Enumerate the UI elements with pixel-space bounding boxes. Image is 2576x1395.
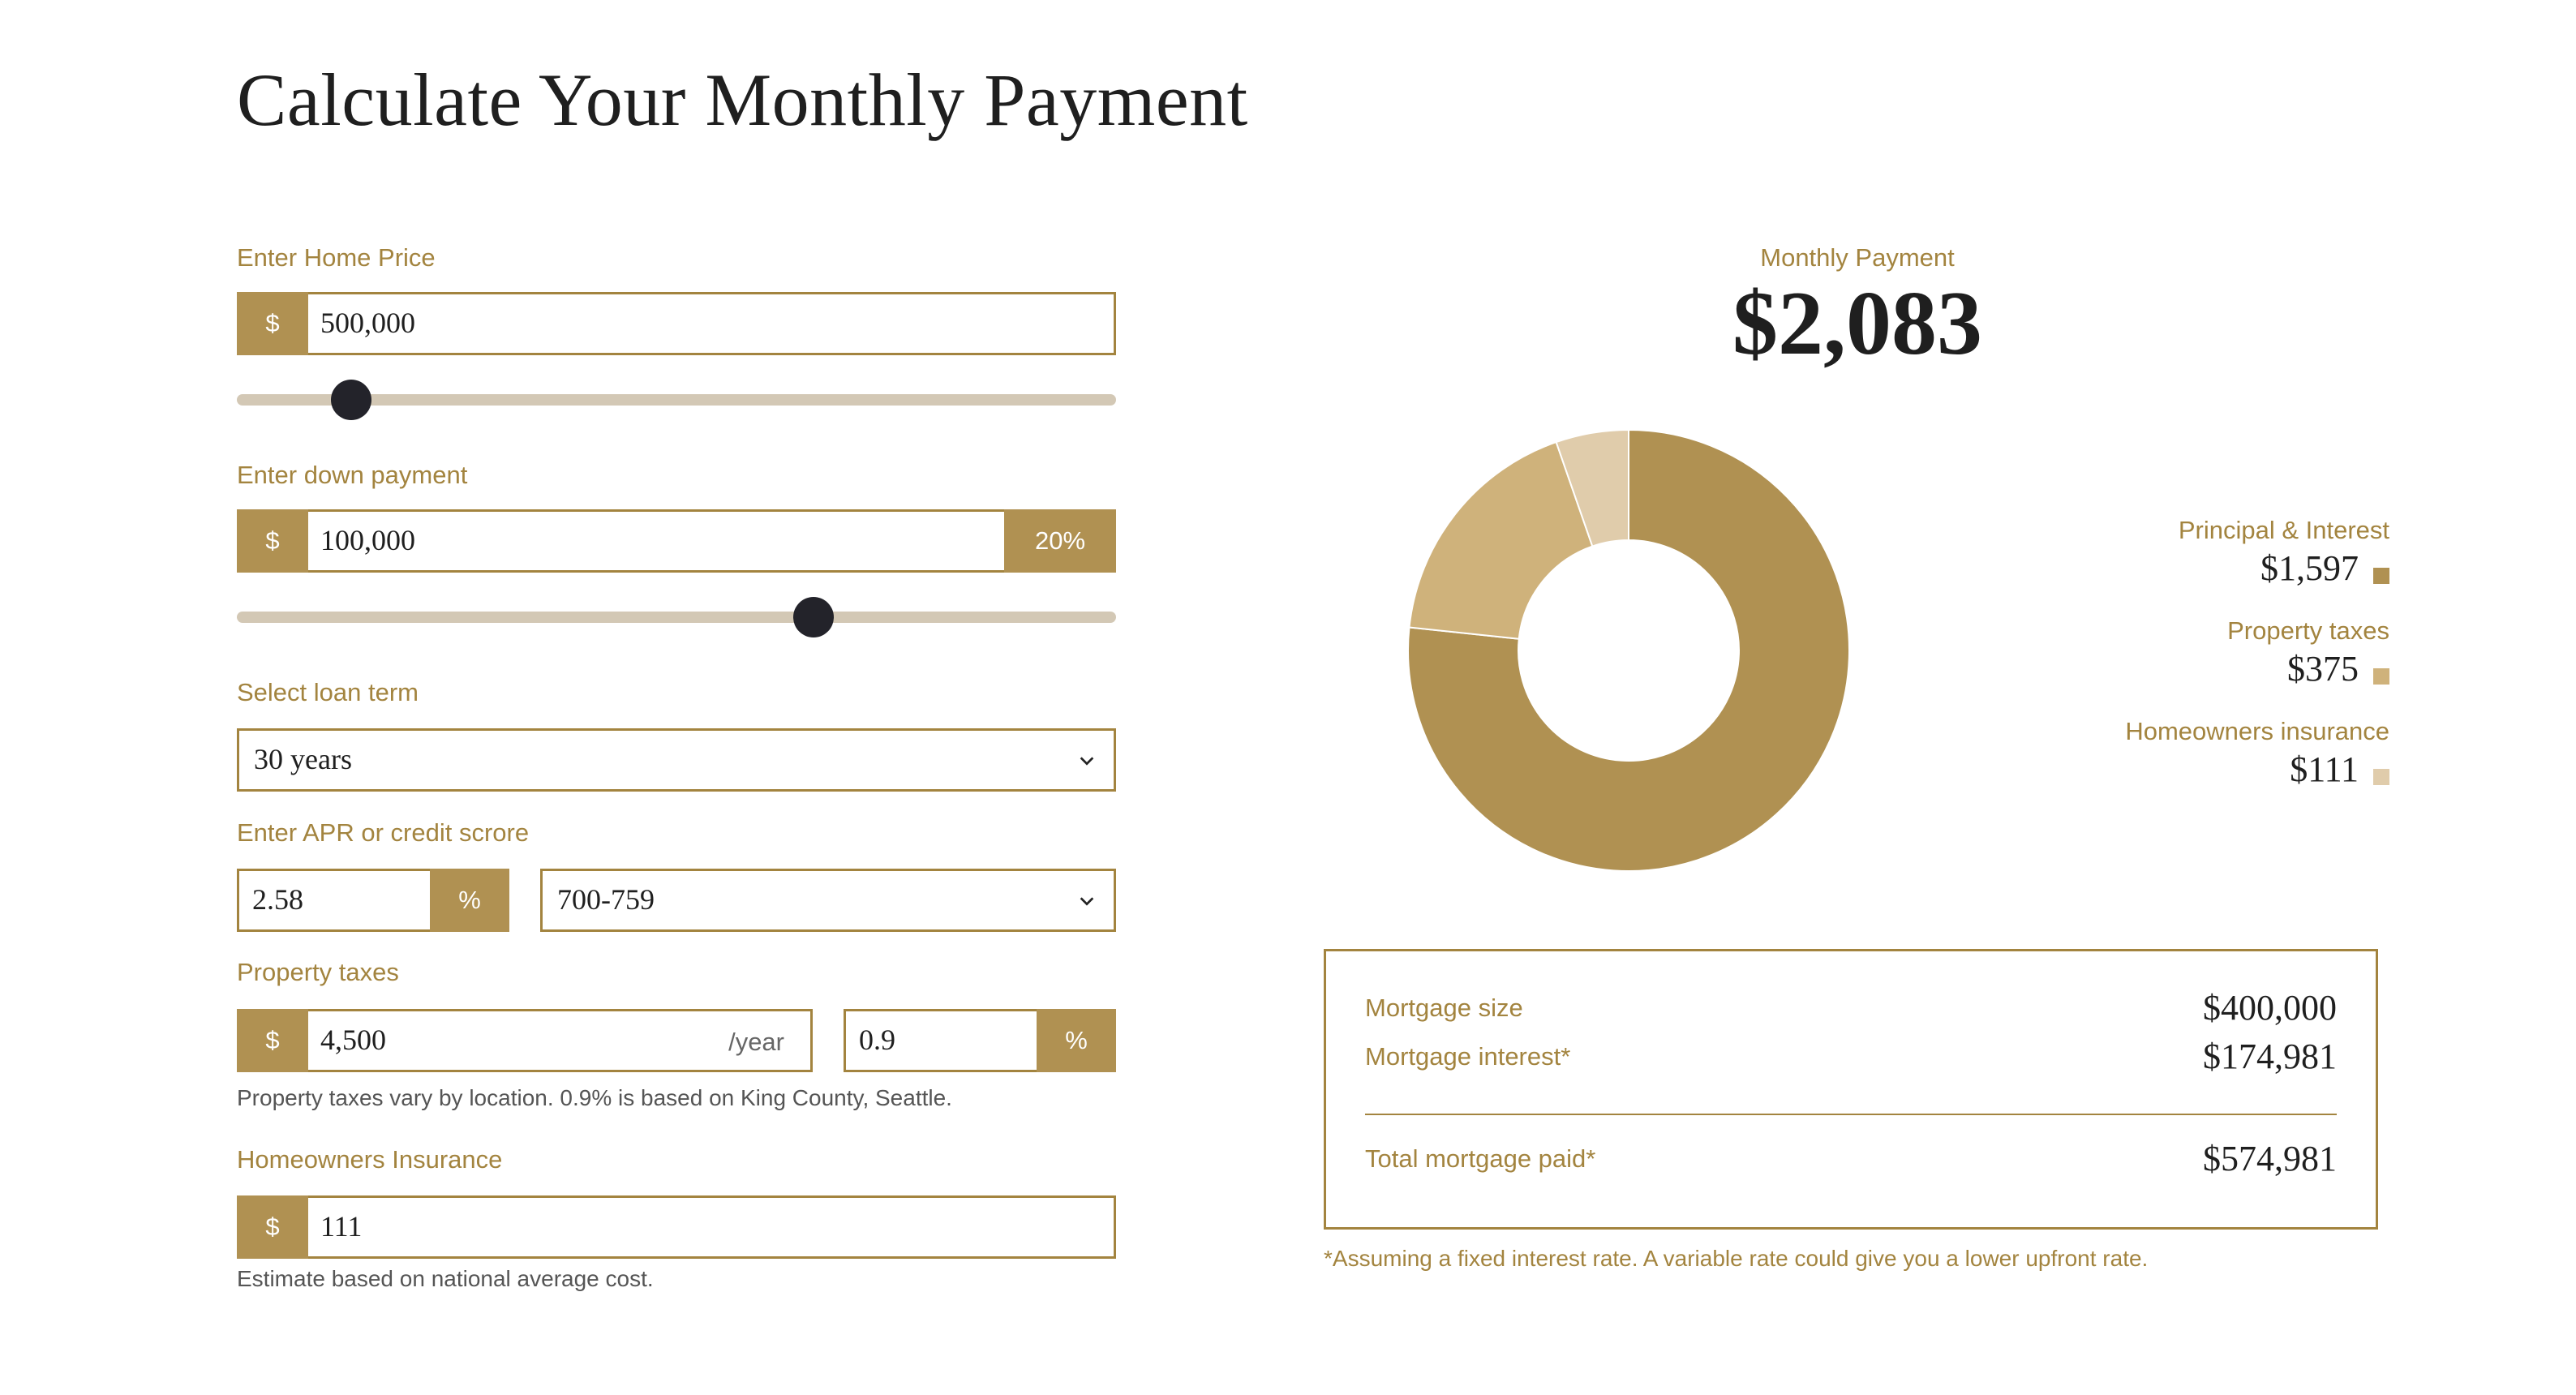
loan-term-selected: 30 years: [254, 743, 352, 775]
currency-prefix: $: [237, 509, 308, 573]
mortgage-size-value: $400,000: [2203, 988, 2337, 1028]
legend-swatch-insurance: [2373, 769, 2389, 785]
property-tax-rate-input[interactable]: 0.9 %: [844, 1009, 1116, 1072]
insurance-note: Estimate based on national average cost.: [237, 1266, 654, 1291]
mortgage-summary-box: Mortgage size $400,000 Mortgage interest…: [1324, 949, 2378, 1230]
mortgage-interest-value: $174,981: [2203, 1037, 2337, 1076]
legend-swatch-taxes: [2373, 668, 2389, 685]
payment-breakdown-chart: [1407, 428, 1850, 872]
home-price-label: Enter Home Price: [237, 243, 436, 272]
loan-term-label: Select loan term: [237, 678, 419, 706]
home-price-value: 500,000: [320, 307, 415, 339]
down-payment-field[interactable]: $ 100,000 20%: [237, 509, 1116, 573]
mortgage-size-label: Mortgage size: [1365, 994, 1523, 1022]
summary-footnote: *Assuming a fixed interest rate. A varia…: [1324, 1246, 2149, 1271]
percent-suffix: %: [1037, 1009, 1116, 1072]
mortgage-interest-label: Mortgage interest*: [1365, 1042, 1571, 1071]
slice-taxes: [1408, 440, 1594, 640]
apr-value: 2.58: [252, 883, 303, 916]
legend-value-taxes: $375: [2287, 649, 2359, 689]
down-payment-slider-handle[interactable]: [793, 597, 835, 637]
currency-prefix: $: [237, 1009, 308, 1072]
currency-prefix: $: [237, 292, 308, 355]
chevron-down-icon: [1080, 897, 1094, 906]
page-title: Calculate Your Monthly Payment: [237, 58, 1248, 141]
home-price-slider-handle[interactable]: [330, 380, 371, 420]
chevron-down-icon: [1080, 757, 1094, 766]
monthly-payment-value: $2,083: [1732, 273, 1982, 374]
down-payment-slider-track[interactable]: [237, 612, 1116, 623]
property-taxes-note: Property taxes vary by location. 0.9% is…: [237, 1085, 952, 1110]
per-year-suffix: /year: [728, 1028, 784, 1056]
legend-label-taxes: Property taxes: [2227, 616, 2389, 645]
loan-term-select[interactable]: 30 years: [237, 728, 1116, 792]
currency-prefix: $: [237, 1195, 308, 1259]
apr-input[interactable]: 2.58 %: [237, 869, 509, 932]
total-mortgage-label: Total mortgage paid*: [1365, 1144, 1596, 1173]
credit-score-select[interactable]: 700-759: [540, 869, 1116, 932]
monthly-payment-label: Monthly Payment: [1760, 243, 1955, 272]
total-mortgage-value: $574,981: [2203, 1139, 2337, 1178]
percent-suffix: %: [430, 869, 509, 932]
home-price-field[interactable]: $ 500,000: [237, 292, 1116, 355]
legend-value-insurance: $111: [2290, 749, 2359, 789]
legend-value-principal: $1,597: [2260, 548, 2359, 588]
down-payment-percent-badge: 20%: [1004, 509, 1116, 573]
insurance-label: Homeowners Insurance: [237, 1145, 503, 1174]
summary-divider: [1365, 1114, 2337, 1115]
property-taxes-value: 4,500: [320, 1024, 386, 1056]
insurance-value: 111: [320, 1210, 363, 1243]
property-taxes-label: Property taxes: [237, 958, 399, 986]
down-payment-value: 100,000: [320, 524, 415, 556]
property-taxes-field[interactable]: $ 4,500 /year: [237, 1009, 813, 1072]
apr-label: Enter APR or credit scrore: [237, 818, 530, 847]
down-payment-label: Enter down payment: [237, 461, 468, 489]
legend-swatch-principal: [2373, 568, 2389, 584]
credit-score-selected: 700-759: [557, 883, 655, 916]
insurance-field[interactable]: $ 111: [237, 1195, 1116, 1259]
property-tax-rate-value: 0.9: [859, 1024, 895, 1056]
legend-label-principal: Principal & Interest: [2178, 516, 2389, 544]
legend-label-insurance: Homeowners insurance: [2125, 717, 2389, 745]
